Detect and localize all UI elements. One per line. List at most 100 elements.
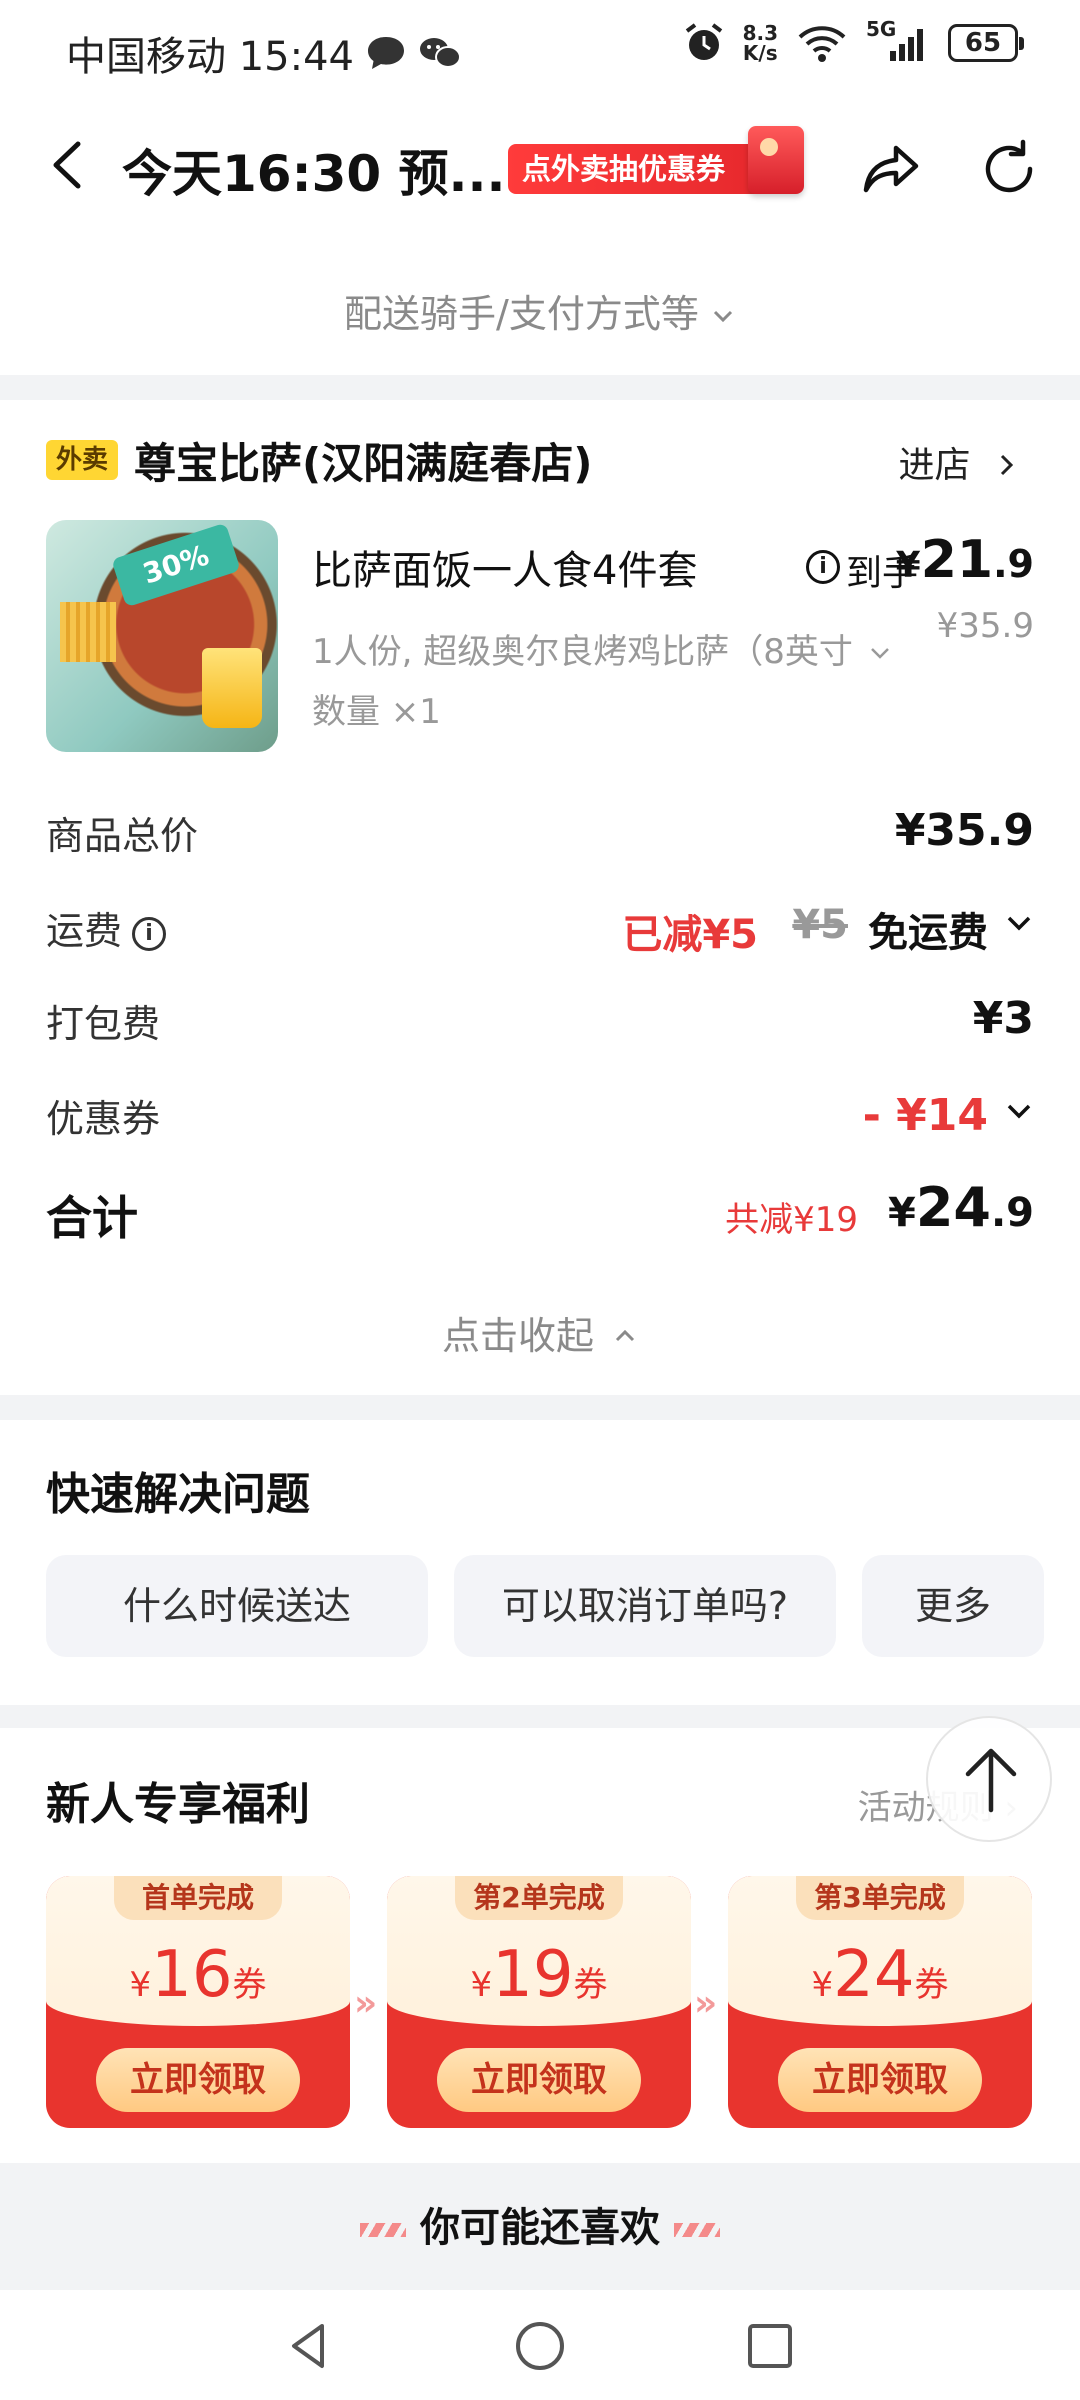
coupon-amount: ¥24券 — [728, 1938, 1032, 2012]
chevron-down-icon[interactable] — [1004, 908, 1034, 938]
quick-btn-delivery-time[interactable]: 什么时候送达 — [46, 1555, 428, 1657]
net-speed-unit: K/s — [742, 41, 778, 65]
chevron-down-icon — [713, 310, 733, 323]
double-chevron-icon: » — [354, 1983, 378, 2024]
back-icon[interactable] — [40, 130, 100, 200]
price-currency: ¥ — [895, 545, 921, 586]
decor-stripes-icon — [360, 2223, 406, 2237]
packing-value: ¥3 — [972, 993, 1034, 1044]
battery-indicator: 65 — [948, 24, 1024, 62]
newcomer-benefits-card: 新人专享福利 活动规则 › 首单完成 ¥16券 立即领取 » 第2单完成 ¥19… — [0, 1728, 1080, 2163]
chevron-right-icon — [1000, 454, 1014, 476]
coupon-currency: ¥ — [470, 1965, 493, 2005]
wechat-icon — [420, 38, 461, 68]
shipping-label: 运费 — [46, 909, 123, 953]
refresh-icon[interactable] — [974, 134, 1044, 204]
quick-btn-cancel-order[interactable]: 可以取消订单吗? — [454, 1555, 836, 1657]
drink-graphic — [202, 648, 262, 728]
total-decimal: .9 — [990, 1190, 1034, 1236]
info-icon[interactable]: i — [806, 550, 840, 584]
coupon-banner-label: 点外卖抽优惠券 — [522, 152, 726, 186]
claim-button[interactable]: 立即领取 — [96, 2048, 300, 2112]
nav-recents-icon[interactable] — [740, 2316, 800, 2376]
delivery-tag: 外卖 — [46, 440, 118, 480]
shipping-original: ¥5 — [792, 902, 848, 948]
top-header: 今天16:30 预... 点外卖抽优惠券 — [0, 100, 1080, 235]
coupon-condition: 第2单完成 — [455, 1876, 623, 1920]
shipping-free: 免运费 — [868, 910, 988, 956]
quick-solve-card: 快速解决问题 什么时候送达 可以取消订单吗? 更多 — [0, 1420, 1080, 1705]
recommend-title: 你可能还喜欢 — [420, 2205, 660, 2251]
product-spec-text: 1人份, 超级奥尔良烤鸡比萨（8英寸 — [312, 632, 853, 672]
coupon-lottery-banner[interactable]: 点外卖抽优惠券 — [508, 126, 804, 194]
newcomer-coupon: 第3单完成 ¥24券 立即领取 — [728, 1876, 1032, 2128]
coupon-currency: ¥ — [129, 1965, 152, 2005]
coupon-amount: ¥19券 — [387, 1938, 691, 2012]
newcomer-title: 新人专享福利 — [46, 1779, 310, 1830]
coupon-unit: 券 — [232, 1965, 267, 2005]
coupon-amount-value: 19 — [492, 1938, 574, 2012]
packing-label: 打包费 — [46, 1002, 161, 1046]
coupon-amount-value: 24 — [833, 1938, 915, 2012]
total-currency: ¥ — [887, 1190, 916, 1236]
net-speed: 8.3 K/s — [743, 23, 778, 63]
status-left: 中国移动 15:44 — [66, 24, 462, 82]
double-chevron-icon: » — [694, 1983, 718, 2024]
enter-store-link[interactable]: 进店 — [899, 436, 1020, 488]
total-value: ¥24.9 — [888, 1176, 1034, 1239]
price-decimal: .9 — [993, 542, 1034, 586]
status-bar: 中国移动 15:44 8.3 K/s 5G 65 — [0, 0, 1080, 100]
shipping-reduced: 已减¥5 — [622, 912, 758, 958]
price-integer: 21 — [920, 530, 994, 590]
net-speed-value: 8.3 — [742, 21, 778, 45]
discount-badge-graphic: 30% — [111, 522, 241, 608]
chevron-down-icon — [870, 648, 889, 659]
delivery-payment-options[interactable]: 配送骑手/支付方式等 — [0, 235, 1080, 375]
shipping-fee-row[interactable]: 运费 i 已减¥5 ¥5 免运费 — [46, 900, 1034, 960]
message-bubble-icon — [368, 37, 404, 69]
packing-fee-row: 打包费 ¥3 — [46, 993, 1034, 1053]
coupon-value: - ¥14 — [862, 1090, 988, 1141]
chevron-down-icon[interactable] — [1004, 1096, 1034, 1126]
product-image[interactable]: 30% — [46, 520, 278, 752]
goods-total-value: ¥35.9 — [894, 805, 1034, 856]
product-spec[interactable]: 1人份, 超级奥尔良烤鸡比萨（8英寸 — [312, 624, 892, 673]
chevron-up-icon — [615, 1329, 635, 1342]
cell-signal: 5G — [866, 17, 930, 63]
total-integer: 24 — [915, 1176, 991, 1239]
red-packet-icon — [748, 126, 804, 194]
signal-bars-icon — [890, 29, 923, 61]
coupon-row[interactable]: 优惠券 - ¥14 — [46, 1088, 1034, 1148]
claim-button[interactable]: 立即领取 — [437, 2048, 641, 2112]
quick-btn-more[interactable]: 更多 — [862, 1555, 1044, 1657]
coupon-label: 优惠券 — [46, 1097, 161, 1141]
coupon-unit: 券 — [914, 1965, 949, 2005]
nav-back-icon[interactable] — [280, 2316, 340, 2376]
total-saved: 共减¥19 — [725, 1200, 858, 1240]
info-icon[interactable]: i — [132, 916, 167, 951]
nav-home-icon[interactable] — [510, 2316, 570, 2376]
share-icon[interactable] — [856, 134, 926, 204]
order-confirm-page: 中国移动 15:44 8.3 K/s 5G 65 今天16:30 预... 点外… — [0, 0, 1080, 2400]
product-name: 比萨面饭一人食4件套 — [312, 548, 698, 594]
product-original-price: ¥35.9 — [936, 606, 1034, 646]
product-final-price: ¥21.9 — [896, 530, 1034, 590]
coupon-condition: 首单完成 — [114, 1876, 282, 1920]
enter-store-label: 进店 — [898, 445, 971, 486]
system-nav-bar — [0, 2290, 1080, 2400]
decor-stripes-icon — [674, 2223, 720, 2237]
order-summary-card: 外卖 尊宝比萨(汉阳满庭春店) 进店 30% 比萨面饭一人食4件套 i 到手 ¥… — [0, 400, 1080, 1395]
store-name: 尊宝比萨(汉阳满庭春店) — [134, 439, 593, 488]
collapse-label: 点击收起 — [441, 1314, 594, 1358]
collapse-button[interactable]: 点击收起 — [0, 1305, 1080, 1360]
delivery-options-label: 配送骑手/支付方式等 — [344, 292, 699, 336]
total-row: 合计 共减¥19 ¥24.9 — [46, 1176, 1034, 1245]
shipping-label-group: 运费 i — [46, 900, 167, 955]
total-label: 合计 — [46, 1191, 138, 1245]
newcomer-coupon: 首单完成 ¥16券 立即领取 — [46, 1876, 350, 2128]
back-to-top-button[interactable] — [926, 1716, 1052, 1842]
coupon-unit: 券 — [573, 1965, 608, 2005]
claim-button[interactable]: 立即领取 — [778, 2048, 982, 2112]
coupon-currency: ¥ — [811, 1965, 834, 2005]
arrow-up-icon — [965, 1748, 1017, 1813]
